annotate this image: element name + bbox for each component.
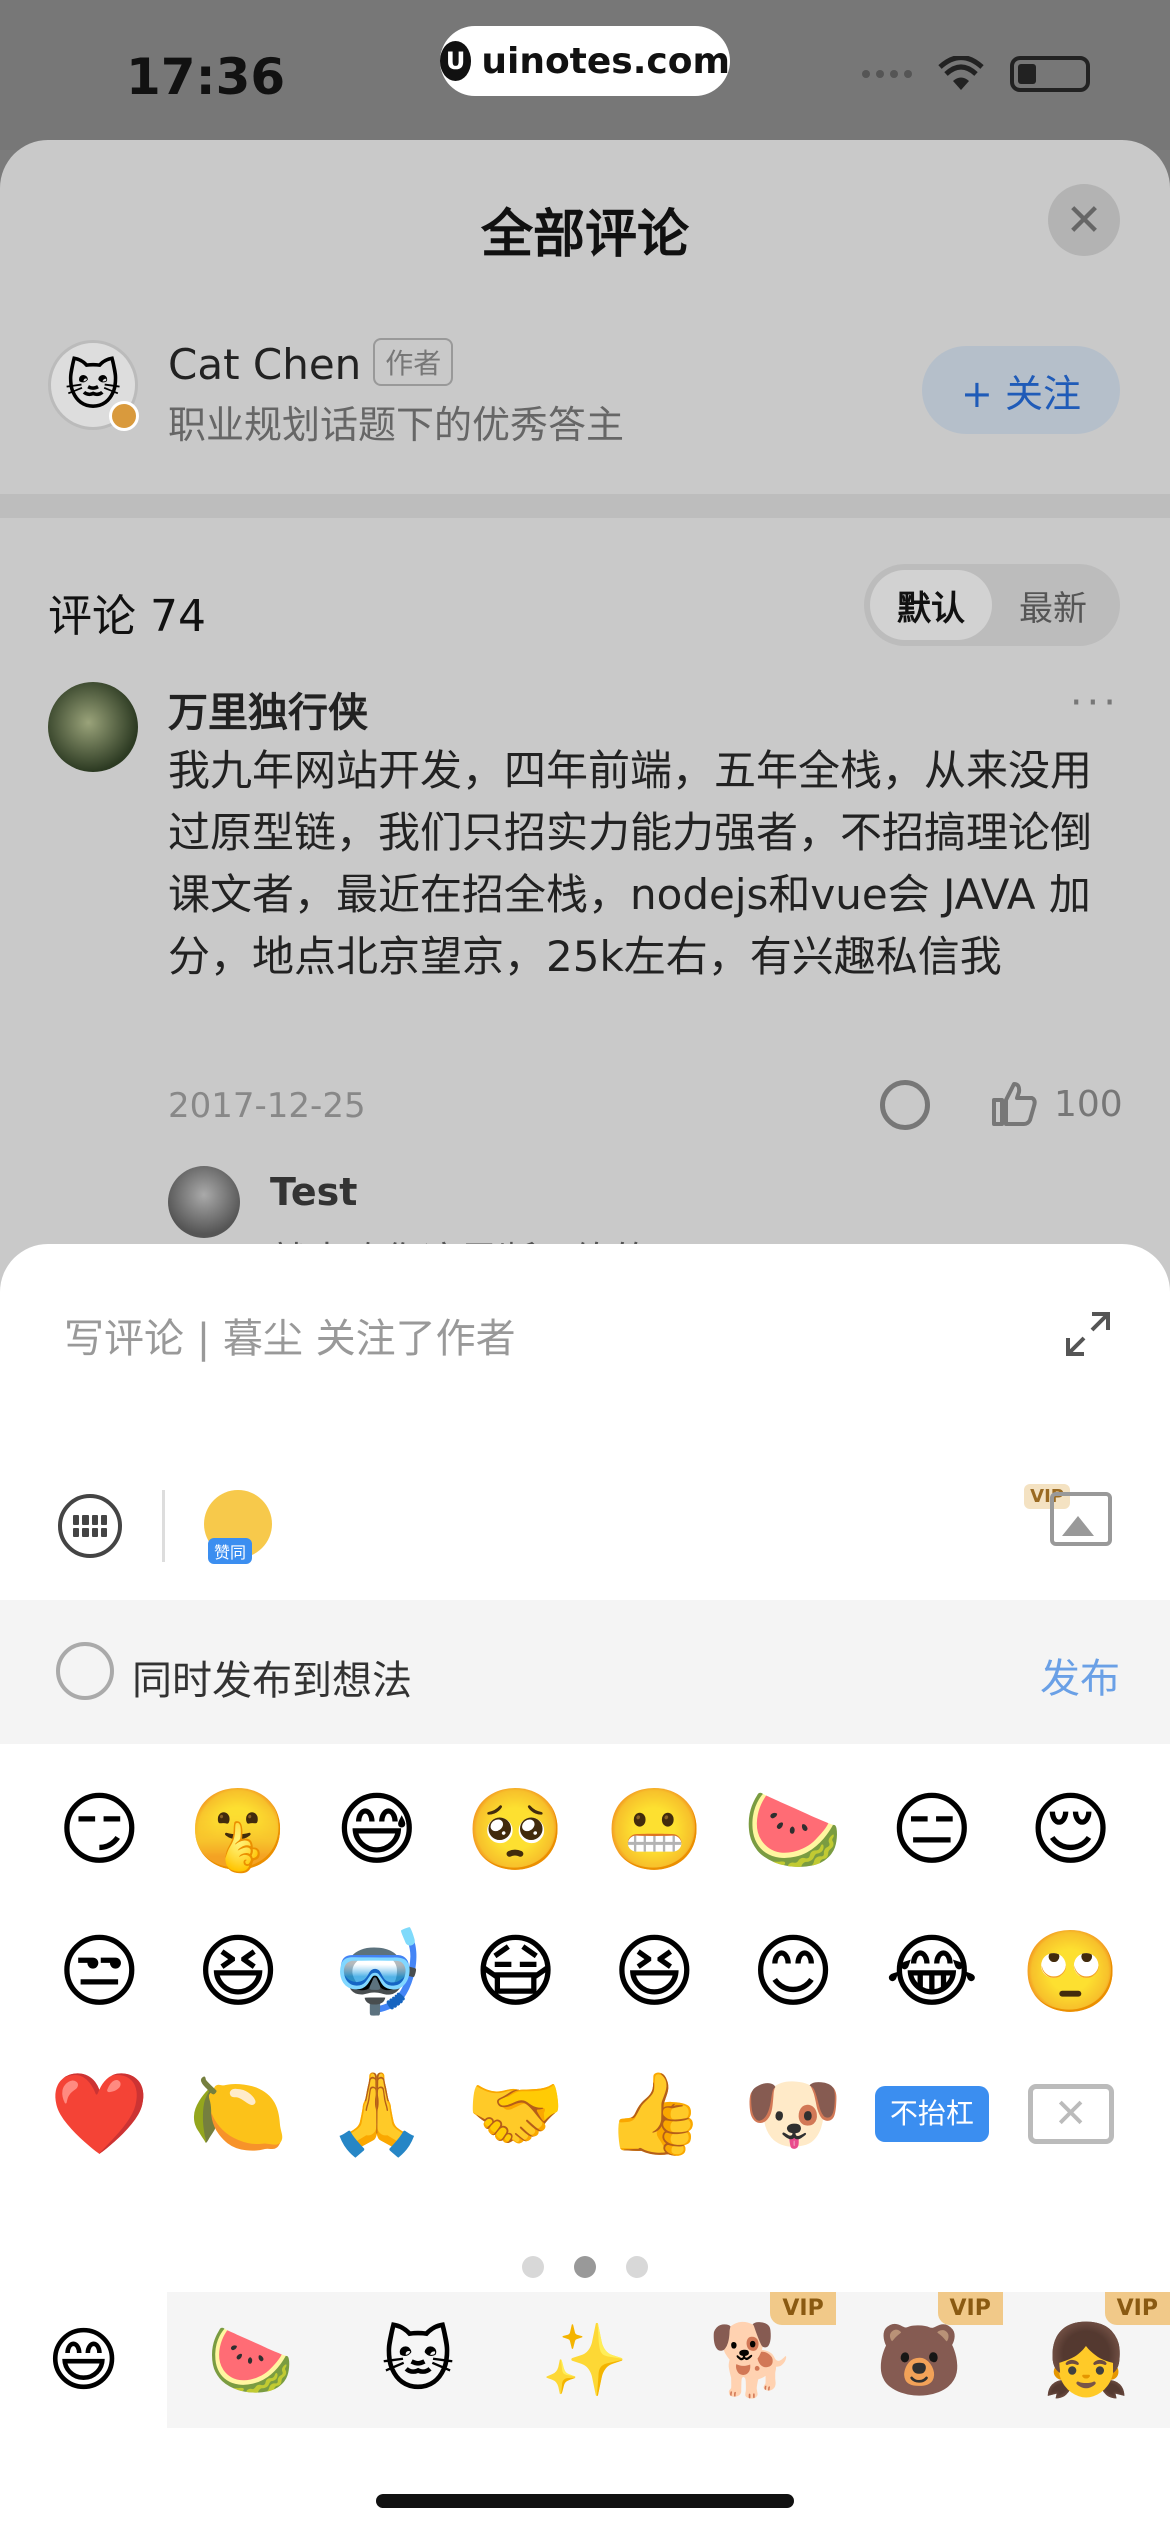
emoji-item[interactable]: 🐶 — [724, 2068, 863, 2160]
sheet-title: 全部评论 — [480, 205, 689, 265]
agree-sticker-button[interactable]: 赞同 — [204, 1490, 272, 1564]
emoji-item[interactable]: 😆 — [169, 1926, 308, 2018]
sticker-pack-tab[interactable]: 😄 — [0, 2292, 168, 2428]
status-time: 17:36 — [126, 48, 286, 106]
emoji-item[interactable]: 😆 — [585, 1926, 724, 2018]
reply-avatar[interactable] — [168, 1166, 240, 1238]
vip-badge: VIP — [770, 2292, 836, 2325]
sticker-pack-icon: 🍉 — [207, 2318, 295, 2401]
emoji-item[interactable]: 😒 — [30, 1926, 169, 2018]
sticker-pack-tab[interactable]: 🍉 — [167, 2292, 334, 2428]
emoji-item[interactable]: 😅 — [308, 1784, 447, 1876]
expand-icon[interactable] — [1062, 1308, 1114, 1360]
emoji-item[interactable]: 不抬杠 — [874, 2086, 990, 2142]
comment-composer: 写评论 | 暮尘 关注了作者 赞同 VIP 同时发布到想法 发布 😏 🤫 😅 🥺 😬 🍉 😑… — [0, 1244, 1170, 2532]
battery-icon — [1010, 56, 1090, 92]
like-count: 100 — [1054, 1083, 1123, 1125]
like-button[interactable]: 100 — [988, 1078, 1123, 1130]
sticker-pack-icon: 😄 — [47, 2319, 121, 2401]
sticker-pack-tab[interactable]: ✨ — [501, 2292, 668, 2428]
page-dot[interactable] — [522, 2256, 544, 2278]
more-options-icon[interactable]: ··· — [1070, 680, 1120, 726]
sync-checkbox[interactable] — [56, 1642, 114, 1700]
thumbs-up-icon — [992, 1082, 1037, 1126]
wifi-icon — [938, 56, 984, 90]
emoji-item[interactable]: 😌 — [1001, 1784, 1140, 1876]
commenter-avatar[interactable] — [48, 682, 138, 772]
follow-button[interactable]: + 关注 — [922, 346, 1120, 434]
vip-badge: VIP — [937, 2292, 1003, 2325]
backspace-icon: ✕ — [1027, 2084, 1114, 2144]
agree-sticker-label: 赞同 — [208, 1538, 253, 1564]
sticker-pack-tab[interactable]: 🐱 — [334, 2292, 501, 2428]
reply-icon[interactable] — [880, 1080, 930, 1130]
emoji-item[interactable]: 😂 — [863, 1926, 1002, 2018]
comment-input[interactable]: 写评论 | 暮尘 关注了作者 — [64, 1306, 516, 1364]
sync-label: 同时发布到想法 — [132, 1658, 412, 1704]
author-name[interactable]: Cat Chen 作者 — [168, 338, 454, 389]
emoji-item[interactable]: ❤️ — [30, 2068, 169, 2160]
publish-button[interactable]: 发布 — [1040, 1646, 1120, 1704]
commenter-name[interactable]: 万里独行侠 — [168, 680, 368, 738]
comments-sheet: 全部评论 ✕ 🐱 Cat Chen 作者 职业规划话题下的优秀答主 + 关注 评论… — [0, 140, 1170, 1340]
page-dot[interactable] — [574, 2256, 596, 2278]
sticker-pack-tab[interactable]: 👧 VIP — [1003, 2292, 1170, 2428]
url-pill[interactable]: U uinotes.com — [440, 26, 730, 96]
emoji-item[interactable]: 🥺 — [446, 1784, 585, 1876]
status-bar: 17:36 U uinotes.com — [0, 0, 1170, 150]
sort-toggle: 默认 最新 — [864, 564, 1120, 646]
sticker-pack-tab[interactable]: 🐕 VIP — [669, 2292, 836, 2428]
sync-row: 同时发布到想法 发布 — [0, 1600, 1170, 1744]
author-description: 职业规划话题下的优秀答主 — [168, 403, 625, 447]
signal-icon — [862, 70, 912, 78]
page-dot[interactable] — [626, 2256, 648, 2278]
close-button[interactable]: ✕ — [1048, 184, 1120, 256]
emoji-grid: 😏 🤫 😅 🥺 😬 🍉 😑 😌 😒 😆 🤿 😷 😆 😊 😂 🙄 ❤️ 🍋 🙏 🤝 👍 🐶 不抬杠 ✕ — [30, 1784, 1140, 2160]
site-logo-icon: U — [440, 41, 472, 81]
url-text: uinotes.com — [481, 40, 730, 82]
image-icon[interactable] — [1050, 1492, 1112, 1546]
sticker-pack-icon: 🐕 — [708, 2318, 796, 2401]
author-avatar[interactable]: 🐱 — [48, 340, 139, 431]
sort-default-tab[interactable]: 默认 — [870, 570, 992, 640]
emoji-item[interactable]: 🍉 — [724, 1784, 863, 1876]
home-indicator — [376, 2494, 794, 2508]
sticker-pack-tab[interactable]: 🐻 VIP — [836, 2292, 1003, 2428]
status-indicators — [862, 56, 1090, 92]
emoji-item[interactable]: 🍋 — [169, 2068, 308, 2160]
keyboard-icon[interactable] — [58, 1494, 122, 1558]
emoji-item[interactable]: 🤫 — [169, 1784, 308, 1876]
sort-latest-tab[interactable]: 最新 — [992, 570, 1114, 640]
emoji-item[interactable]: 🤝 — [446, 2068, 585, 2160]
emoji-item[interactable]: 😊 — [724, 1926, 863, 2018]
comment-text: 我九年网站开发，四年前端，五年全栈，从来没用过原型链，我们只招实力能力强者，不招… — [168, 746, 1093, 981]
vip-badge: VIP — [1104, 2292, 1170, 2325]
comment-date: 2017-12-25 — [168, 1086, 366, 1126]
sticker-pack-icon: 👧 — [1042, 2318, 1130, 2401]
author-name-text: Cat Chen — [168, 340, 362, 389]
emoji-item[interactable]: 🙄 — [1001, 1926, 1140, 2018]
emoji-item[interactable]: 😏 — [30, 1784, 169, 1876]
emoji-item[interactable]: 😑 — [863, 1784, 1002, 1876]
emoji-item[interactable]: 😬 — [585, 1784, 724, 1876]
author-tag: 作者 — [373, 338, 454, 386]
verified-badge-icon — [109, 401, 139, 431]
sticker-pack-icon: 🐱 — [381, 2319, 455, 2401]
emoji-item[interactable]: 👍 — [585, 2068, 724, 2160]
delete-key[interactable]: ✕ — [1001, 2068, 1140, 2160]
reply-user[interactable]: Test — [270, 1170, 357, 1214]
sticker-pack-icon: 🐻 — [875, 2318, 963, 2401]
sticker-pack-icon: ✨ — [541, 2318, 629, 2401]
comments-count: 评论 74 — [48, 591, 206, 642]
section-divider — [0, 494, 1170, 518]
toolbar-divider — [162, 1490, 165, 1562]
sticker-pack-bar: 😄 🍉 🐱 ✨ 🐕 VIP 🐻 VIP 👧 VIP — [0, 2292, 1170, 2428]
emoji-page-indicator — [0, 2256, 1170, 2278]
emoji-item[interactable]: 🙏 — [308, 2068, 447, 2160]
emoji-item[interactable]: 😷 — [446, 1926, 585, 2018]
emoji-item[interactable]: 🤿 — [308, 1926, 447, 2018]
